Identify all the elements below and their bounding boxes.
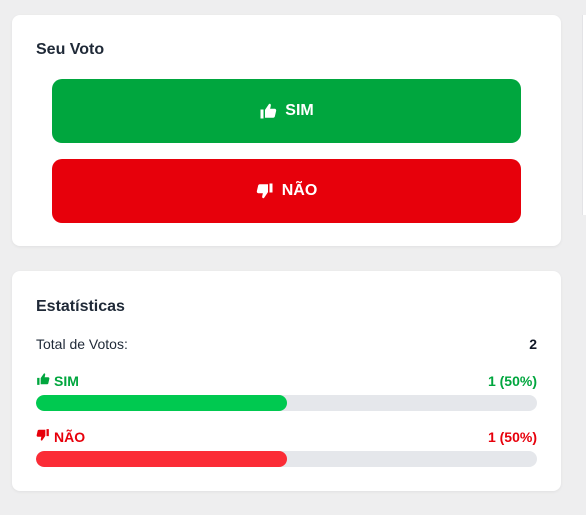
yes-stat-count: 1 (50%) bbox=[487, 372, 537, 389]
yes-stat-label-group: SIM bbox=[36, 372, 79, 389]
thumbs-up-icon bbox=[36, 372, 50, 389]
yes-progress-fill bbox=[36, 395, 287, 411]
vote-no-button[interactable]: NÃO bbox=[52, 159, 521, 223]
statistics-title: Estatísticas bbox=[36, 298, 125, 315]
no-progress-track bbox=[36, 451, 537, 467]
no-stat-row: NÃO 1 (50%) bbox=[36, 428, 537, 445]
total-votes-value: 2 bbox=[529, 336, 537, 352]
vote-yes-button[interactable]: SIM bbox=[52, 79, 521, 143]
adjacent-panel-edge bbox=[582, 15, 586, 215]
vote-card: Seu Voto SIM NÃO bbox=[12, 15, 561, 246]
statistics-card: Estatísticas Total de Votos: 2 SIM 1 (50… bbox=[12, 271, 561, 491]
no-stat-count: 1 (50%) bbox=[487, 428, 537, 445]
thumbs-up-icon bbox=[259, 102, 277, 120]
no-stat-label-group: NÃO bbox=[36, 428, 85, 445]
thumbs-down-icon bbox=[256, 182, 274, 200]
yes-stat-row: SIM 1 (50%) bbox=[36, 372, 537, 389]
vote-yes-label: SIM bbox=[285, 102, 314, 119]
vote-card-title: Seu Voto bbox=[36, 41, 105, 58]
yes-progress-track bbox=[36, 395, 537, 411]
yes-stat-label: SIM bbox=[54, 372, 79, 389]
no-stat-label: NÃO bbox=[54, 428, 86, 445]
total-votes-label: Total de Votos: bbox=[36, 336, 128, 352]
thumbs-down-icon bbox=[36, 428, 50, 445]
total-votes-row: Total de Votos: 2 bbox=[36, 336, 537, 352]
vote-no-label: NÃO bbox=[281, 182, 318, 199]
no-progress-fill bbox=[36, 451, 287, 467]
